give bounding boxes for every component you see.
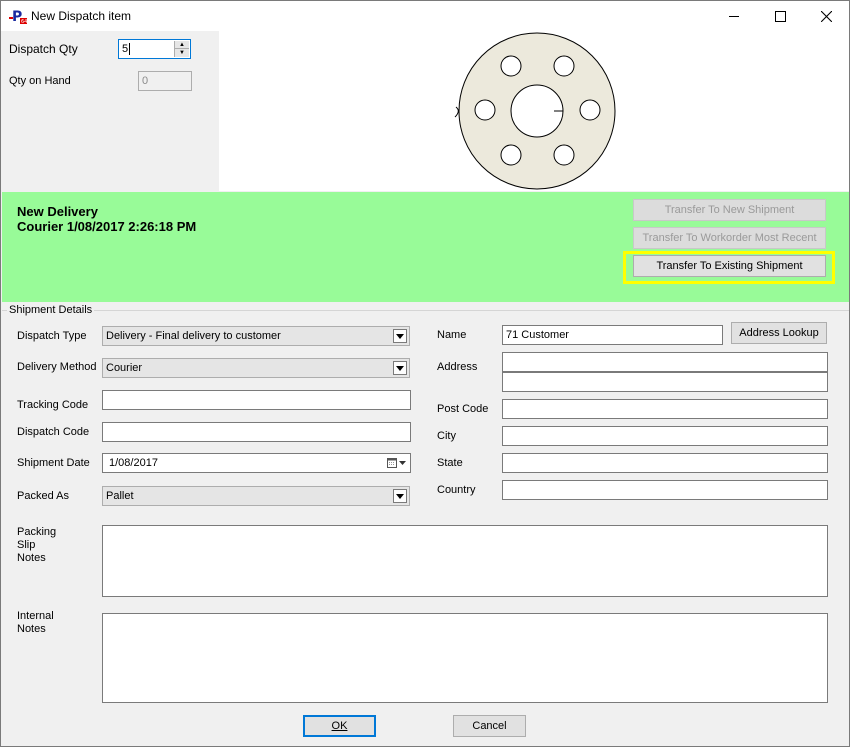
calendar-icon[interactable] bbox=[387, 457, 406, 468]
cancel-button-label: Cancel bbox=[472, 720, 507, 732]
state-input[interactable] bbox=[502, 453, 828, 473]
city-input[interactable] bbox=[502, 426, 828, 446]
spin-down-icon[interactable]: ▼ bbox=[175, 49, 189, 57]
qty-spinner[interactable]: ▲ ▼ bbox=[174, 41, 189, 57]
shipment-details-title: Shipment Details bbox=[7, 304, 95, 316]
dialog-window: P 64 New Dispatch item Dispatch Qty 5 ▲ … bbox=[0, 0, 850, 747]
post-code-label: Post Code bbox=[437, 403, 489, 415]
address-label: Address bbox=[437, 361, 478, 373]
country-label: Country bbox=[437, 484, 476, 496]
tracking-code-input[interactable] bbox=[102, 390, 411, 410]
internal-notes-label-2: Notes bbox=[17, 623, 46, 635]
close-icon bbox=[820, 10, 832, 22]
delivery-title: New Delivery bbox=[17, 204, 98, 219]
dispatch-code-label: Dispatch Code bbox=[17, 426, 90, 438]
shipment-date-value: 1/08/2017 bbox=[109, 457, 158, 469]
dispatch-type-value: Delivery - Final delivery to customer bbox=[106, 330, 281, 342]
city-label: City bbox=[437, 430, 456, 442]
chevron-down-icon[interactable] bbox=[393, 489, 407, 503]
address-lookup-button[interactable]: Address Lookup bbox=[731, 322, 827, 344]
window-title: New Dispatch item bbox=[31, 9, 132, 23]
chevron-down-icon[interactable] bbox=[393, 361, 407, 375]
dispatch-code-input[interactable] bbox=[102, 422, 411, 442]
dispatch-qty-value: 5 bbox=[122, 43, 129, 55]
part-image-panel bbox=[219, 31, 849, 191]
internal-notes-label-1: Internal bbox=[17, 610, 54, 622]
maximize-button[interactable] bbox=[757, 1, 803, 31]
name-label: Name bbox=[437, 329, 467, 341]
packed-as-value: Pallet bbox=[106, 490, 134, 502]
shipment-date-label: Shipment Date bbox=[17, 457, 90, 469]
highlight-box bbox=[623, 251, 835, 284]
chevron-down-icon[interactable] bbox=[393, 329, 407, 343]
ok-button-label: OK bbox=[331, 720, 348, 732]
ok-button[interactable]: OK bbox=[303, 715, 376, 737]
name-input[interactable]: 71 Customer bbox=[502, 325, 723, 345]
transfer-workorder-button[interactable]: Transfer To Workorder Most Recent bbox=[633, 227, 826, 249]
cancel-button[interactable]: Cancel bbox=[453, 715, 526, 737]
address-line1-input[interactable] bbox=[502, 352, 828, 372]
svg-text:64: 64 bbox=[21, 19, 27, 25]
maximize-icon bbox=[774, 10, 786, 22]
internal-notes-textarea[interactable] bbox=[102, 613, 828, 703]
post-code-input[interactable] bbox=[502, 399, 828, 419]
dispatch-type-select[interactable]: Delivery - Final delivery to customer bbox=[102, 326, 410, 346]
transfer-new-shipment-button[interactable]: Transfer To New Shipment bbox=[633, 199, 826, 221]
packed-as-label: Packed As bbox=[17, 490, 69, 502]
delivery-method-select[interactable]: Courier bbox=[102, 358, 410, 378]
delivery-method-label: Delivery Method bbox=[17, 361, 97, 373]
qty-on-hand-label: Qty on Hand bbox=[9, 75, 71, 87]
delivery-subtitle: Courier 1/08/2017 2:26:18 PM bbox=[17, 219, 197, 234]
packing-slip-notes-label-1: Packing bbox=[17, 526, 57, 538]
dispatch-qty-label: Dispatch Qty bbox=[9, 42, 78, 56]
packing-slip-notes-label-2: Slip bbox=[17, 539, 36, 551]
qty-panel: Dispatch Qty 5 ▲ ▼ Qty on Hand 0 bbox=[1, 31, 219, 191]
minimize-icon bbox=[729, 16, 739, 17]
address-line2-input[interactable] bbox=[502, 372, 828, 392]
packing-slip-notes-label-3: Notes bbox=[17, 552, 46, 564]
dispatch-type-label: Dispatch Type bbox=[17, 330, 87, 342]
title-bar[interactable]: P 64 New Dispatch item bbox=[1, 1, 849, 31]
packing-slip-notes-textarea[interactable] bbox=[102, 525, 828, 597]
tracking-code-label: Tracking Code bbox=[17, 399, 89, 411]
minimize-button[interactable] bbox=[711, 1, 757, 31]
qty-on-hand-field: 0 bbox=[138, 71, 192, 91]
country-input[interactable] bbox=[502, 480, 828, 500]
packed-as-select[interactable]: Pallet bbox=[102, 486, 410, 506]
app-icon: P 64 bbox=[9, 7, 27, 25]
close-button[interactable] bbox=[803, 1, 849, 31]
state-label: State bbox=[437, 457, 463, 469]
delivery-method-value: Courier bbox=[106, 362, 143, 374]
dispatch-qty-stepper[interactable]: 5 ▲ ▼ bbox=[118, 39, 191, 59]
part-drawing bbox=[454, 32, 616, 190]
shipment-date-picker[interactable]: 1/08/2017 bbox=[102, 453, 411, 473]
group-divider bbox=[2, 310, 849, 311]
